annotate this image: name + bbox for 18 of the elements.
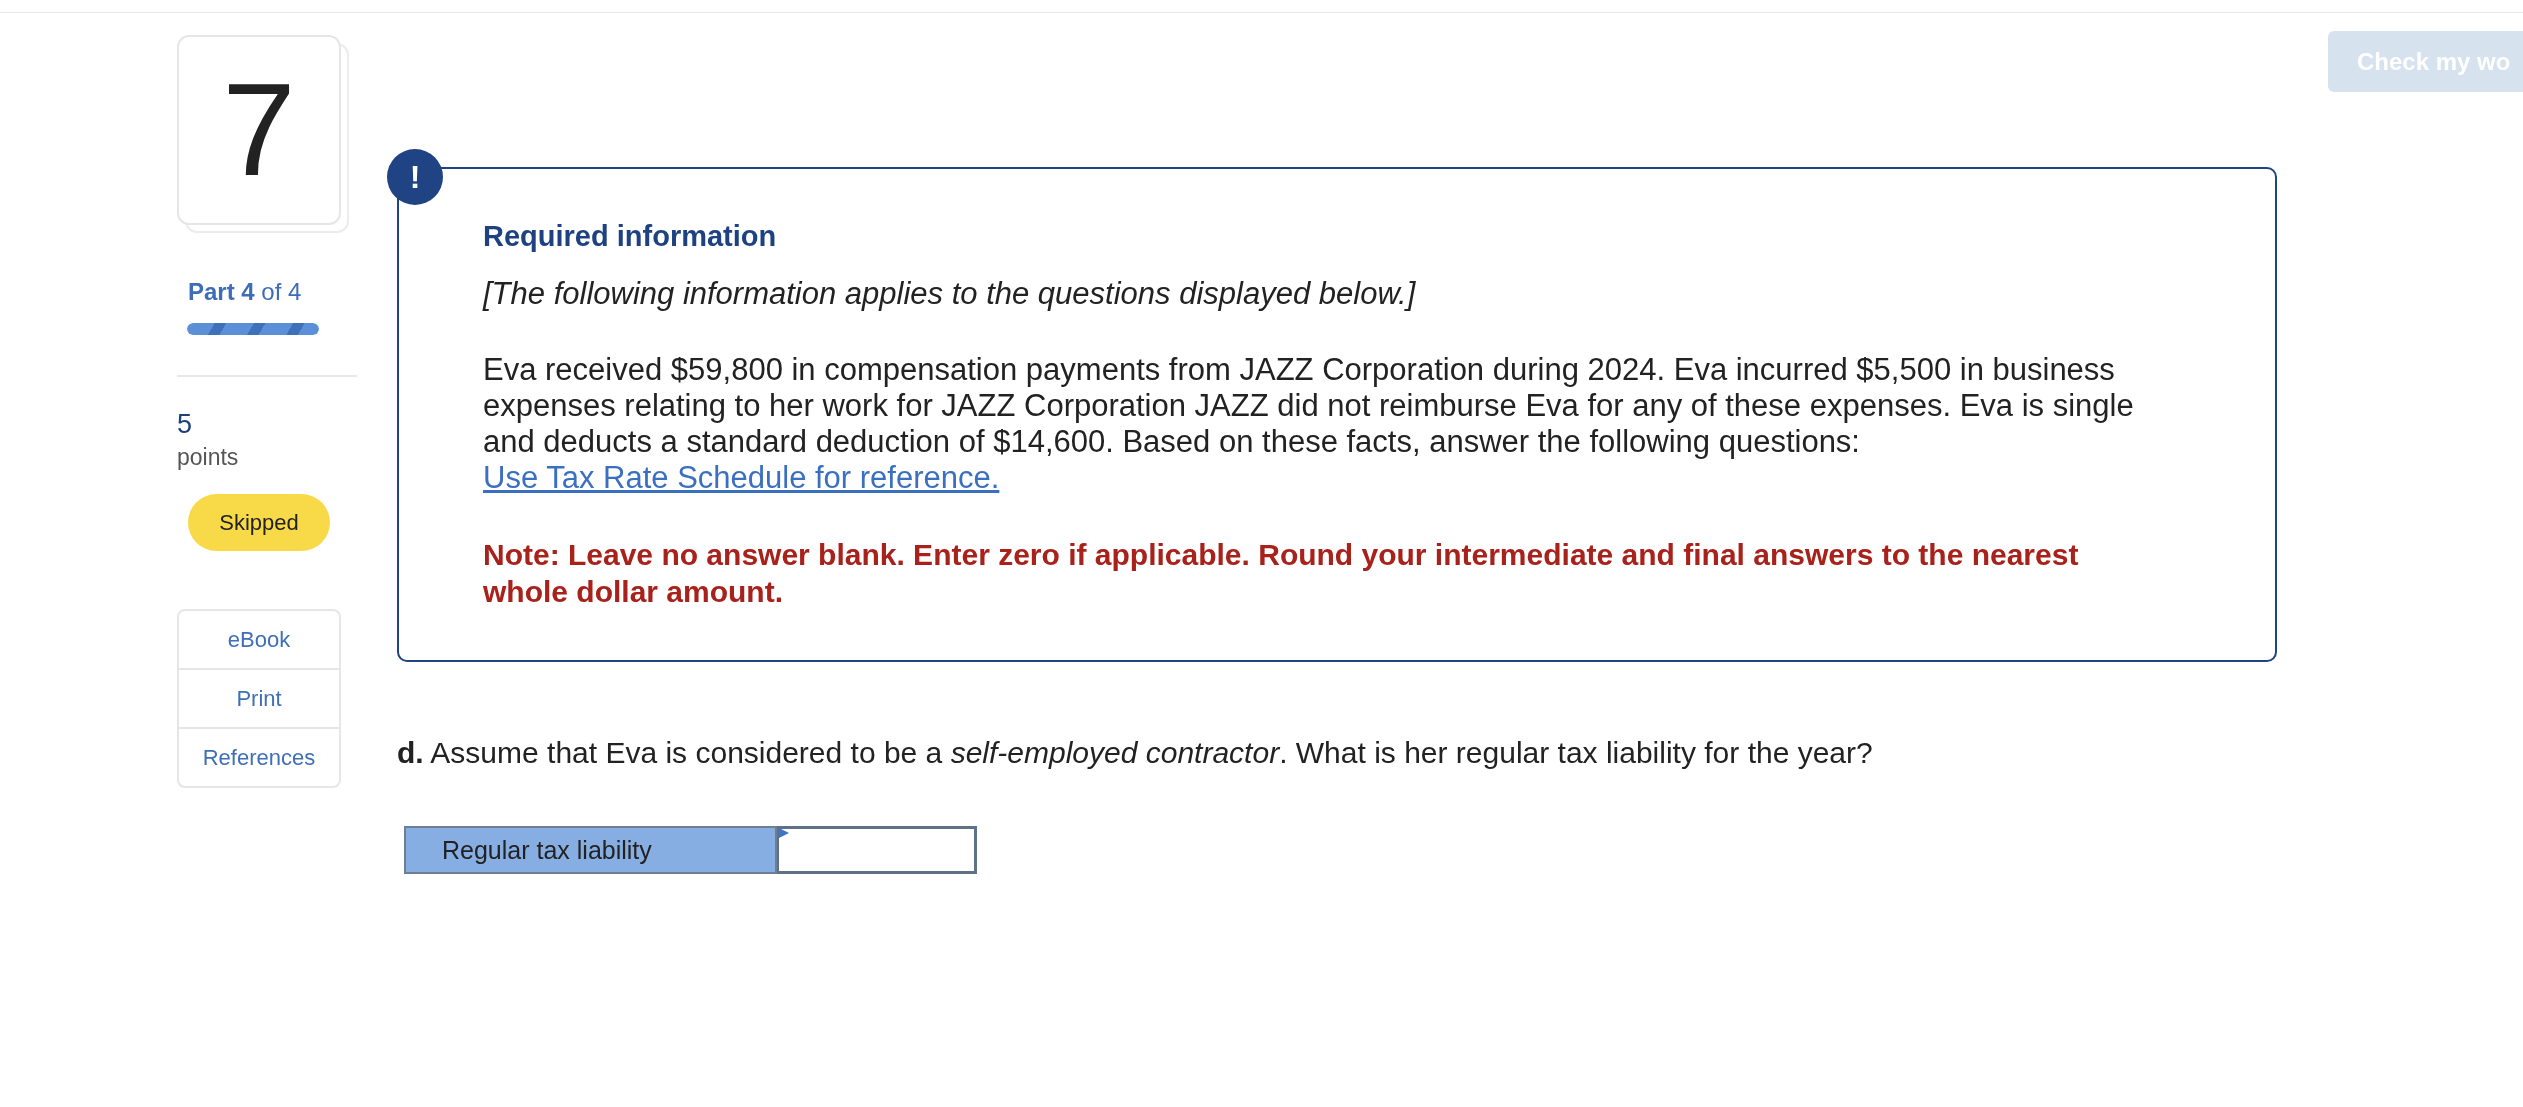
part-progress-label: Part 4 of 4 <box>188 278 302 306</box>
question-number-card: 7 <box>177 35 341 225</box>
points-value: 5 <box>177 409 193 439</box>
problem-text: Eva received $59,800 in compensation payments from JAZZ Corporation during 2024. Eva incurred $5,500 in business expenses relating to her work for JAZZ Corporation JAZZ did not reimburse Eva for any of these expenses. Eva is single and deducts a standard deduction of $14,600. Based on these facts, answer the following questions: <box>483 352 2135 460</box>
tax-schedule-link[interactable]: Use Tax Rate Schedule for reference. <box>483 460 1000 496</box>
answer-input[interactable] <box>777 826 977 874</box>
points-label: points <box>177 443 239 471</box>
resource-link[interactable]: References <box>179 727 339 786</box>
question-text: d. Assume that Eva is considered to be a self-employed contractor. What is her regular tax liability for the year? <box>397 736 1873 770</box>
exclamation-icon: ! <box>387 149 443 205</box>
info-intro: [The following information applies to the questions displayed below.] <box>483 276 1416 312</box>
note-text: Note: Leave no answer blank. Enter zero if applicable. Round your intermediate and final answers to the nearest whole dollar amount. <box>483 537 2080 610</box>
resource-link[interactable]: eBook <box>179 611 339 668</box>
info-title: Required information <box>483 219 777 253</box>
status-badge: Skipped <box>188 494 330 551</box>
row-label: Regular tax liability <box>404 826 777 874</box>
corner-marker-icon <box>779 828 789 838</box>
resource-link[interactable]: Print <box>179 668 339 727</box>
